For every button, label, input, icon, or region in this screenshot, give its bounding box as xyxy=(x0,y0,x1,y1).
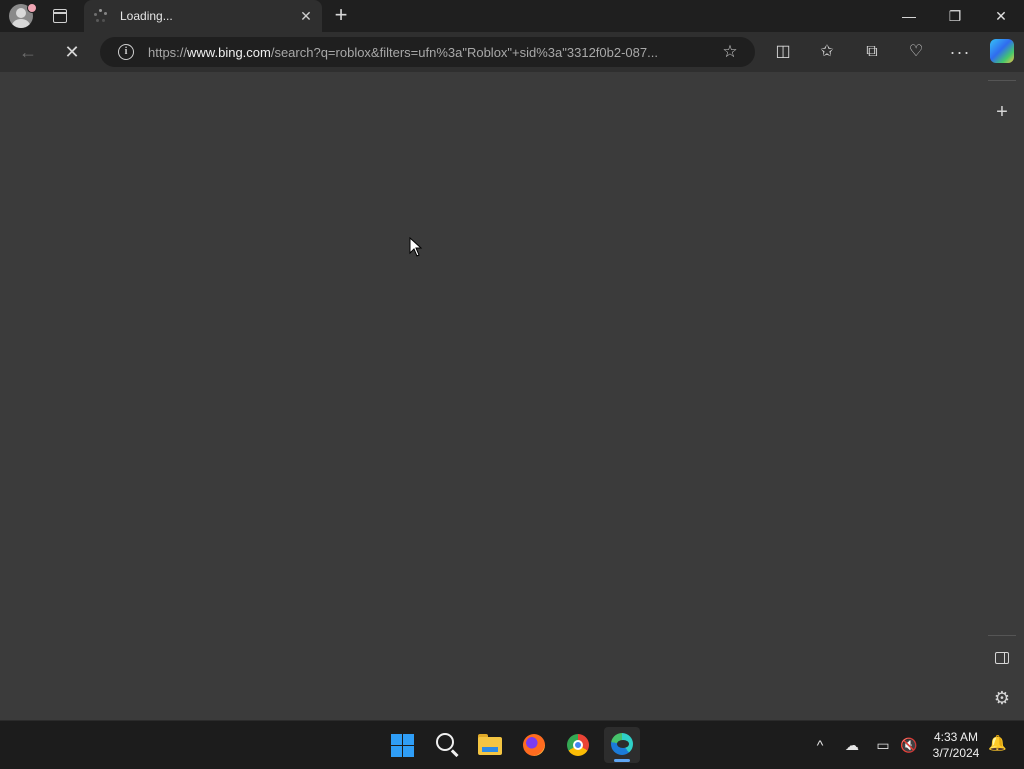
firefox-icon[interactable] xyxy=(516,727,552,763)
favorites-button[interactable]: ✩ xyxy=(815,40,839,64)
network-icon[interactable]: ▭ xyxy=(873,735,893,755)
volume-icon[interactable]: 🔇 xyxy=(899,735,919,755)
page-content xyxy=(0,72,986,718)
split-screen-button[interactable]: ◫ xyxy=(771,40,795,64)
notification-icon[interactable]: 🔔 xyxy=(988,735,1007,753)
hide-sidebar-button[interactable] xyxy=(995,652,1009,664)
file-explorer-icon[interactable] xyxy=(472,727,508,763)
tab-actions-icon[interactable] xyxy=(50,6,70,26)
sidebar-add-button[interactable]: + xyxy=(990,100,1014,124)
profile-notification-dot xyxy=(27,3,37,13)
clock-time: 4:33 AM xyxy=(933,730,979,744)
edge-icon[interactable] xyxy=(604,727,640,763)
tab-close-button[interactable]: ✕ xyxy=(298,8,314,24)
chrome-icon[interactable] xyxy=(560,727,596,763)
onedrive-icon[interactable]: ☁ xyxy=(842,735,862,755)
new-tab-button[interactable]: + xyxy=(330,4,352,26)
url-text[interactable]: https://www.bing.com/search?q=roblox&fil… xyxy=(148,45,708,60)
url-host: www.bing.com xyxy=(187,45,271,60)
stop-loading-button[interactable]: ✕ xyxy=(58,38,86,66)
loading-spinner-icon xyxy=(94,9,108,23)
restore-button[interactable]: ❐ xyxy=(932,0,978,32)
windows-start-icon[interactable] xyxy=(384,727,420,763)
sidebar-settings-button[interactable]: ⚙ xyxy=(990,686,1014,710)
url-prefix: https:// xyxy=(148,45,188,60)
close-window-button[interactable]: ✕ xyxy=(978,0,1024,32)
sidebar-divider xyxy=(988,80,1016,81)
url-rest: /search?q=roblox&filters=ufn%3a"Roblox"+… xyxy=(270,45,658,60)
address-bar[interactable]: i https://www.bing.com/search?q=roblox&f… xyxy=(100,37,755,67)
title-bar: Loading... ✕ + — ❐ ✕ xyxy=(0,0,1024,32)
info-icon[interactable]: i xyxy=(118,44,134,60)
tab-active[interactable]: Loading... ✕ xyxy=(84,0,322,32)
back-button[interactable]: ← xyxy=(14,38,42,66)
collections-button[interactable]: ⧉ xyxy=(860,40,884,64)
add-favorite-button[interactable]: ☆ xyxy=(720,42,740,62)
edge-sidebar: + ⚙ xyxy=(986,72,1024,718)
browser-essentials-button[interactable]: ♡ xyxy=(904,40,928,64)
sidebar-divider xyxy=(988,635,1016,636)
taskbar: ^ ☁ ▭ 🔇 4:33 AM 3/7/2024 🔔 xyxy=(0,720,1024,769)
search-icon[interactable] xyxy=(428,727,464,763)
show-hidden-icons-button[interactable]: ^ xyxy=(810,735,830,755)
browser-toolbar: ← ✕ i https://www.bing.com/search?q=robl… xyxy=(0,32,1024,72)
copilot-icon[interactable] xyxy=(990,39,1014,63)
more-button[interactable]: ··· xyxy=(948,40,972,64)
minimize-button[interactable]: — xyxy=(886,0,932,32)
clock[interactable]: 4:33 AM 3/7/2024 xyxy=(926,729,986,761)
clock-date: 3/7/2024 xyxy=(932,746,980,760)
tab-title: Loading... xyxy=(120,9,173,23)
